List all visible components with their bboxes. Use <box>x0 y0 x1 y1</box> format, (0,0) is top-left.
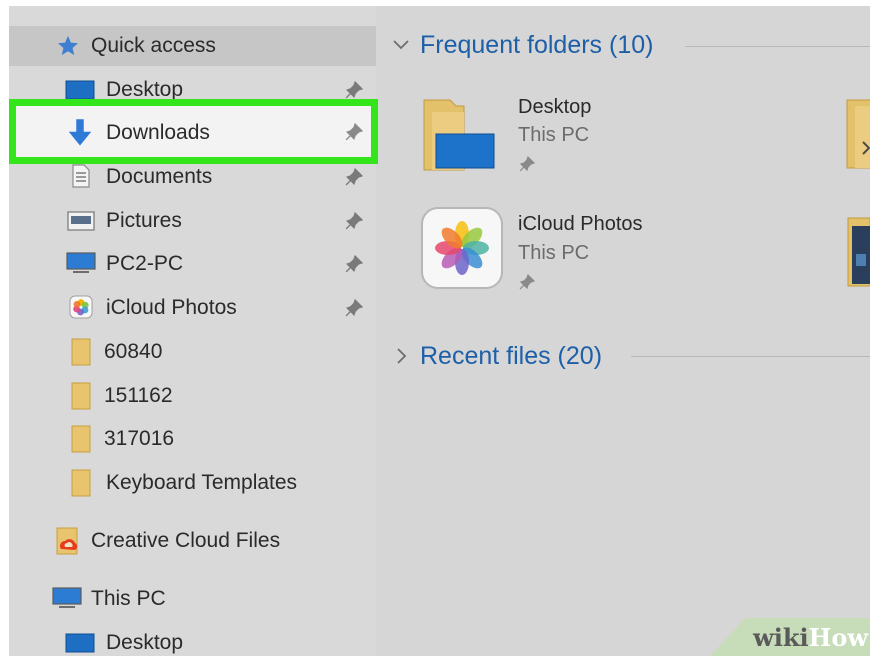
creative-cloud-folder-icon <box>56 527 78 555</box>
file-explorer-window: Quick access Desktop Downloads Documents… <box>9 6 870 656</box>
folder-icon <box>71 338 91 366</box>
pin-icon <box>519 274 535 290</box>
sidebar-item-this-pc[interactable]: This PC <box>9 579 376 619</box>
folder-icon[interactable] <box>844 214 870 290</box>
recent-files-header[interactable]: Recent files (20) <box>392 336 602 376</box>
icloud-photos-icon <box>421 207 503 289</box>
pin-icon[interactable] <box>345 212 363 230</box>
sidebar-item-folder-151162[interactable]: 151162 <box>9 376 376 416</box>
pin-icon <box>519 156 535 172</box>
content-pane: Frequent folders (10) Desktop This PC iC… <box>376 6 870 656</box>
sidebar-item-pictures[interactable]: Pictures <box>9 201 376 241</box>
section-title: Recent files (20) <box>420 341 603 370</box>
pin-icon[interactable] <box>345 168 363 186</box>
pin-icon[interactable] <box>345 299 363 317</box>
sidebar-item-label: PC2-PC <box>106 252 184 275</box>
sidebar-item-folder-317016[interactable]: 317016 <box>9 419 376 459</box>
sidebar-item-icloud-photos[interactable]: iCloud Photos <box>9 288 376 328</box>
sidebar-item-label: 60840 <box>104 340 163 363</box>
chevron-right-icon[interactable] <box>392 347 410 365</box>
sidebar-item-pc2-pc[interactable]: PC2-PC <box>9 244 376 284</box>
tile-desktop[interactable]: Desktop This PC <box>420 90 820 180</box>
pictures-icon <box>67 211 95 231</box>
star-icon <box>58 36 78 55</box>
documents-icon <box>72 164 90 188</box>
sidebar-item-label: iCloud Photos <box>106 296 237 319</box>
watermark-text: wiki <box>753 622 809 652</box>
sidebar-item-label: Desktop <box>106 631 184 654</box>
desktop-icon <box>65 633 95 653</box>
folder-icon[interactable] <box>841 96 870 172</box>
pin-icon[interactable] <box>345 123 363 141</box>
sidebar-item-documents[interactable]: Documents <box>9 157 376 197</box>
wikihow-watermark: wiki How <box>710 618 870 656</box>
tile-icloud-photos[interactable]: iCloud Photos This PC <box>420 206 820 296</box>
chevron-down-icon[interactable] <box>392 36 410 54</box>
sidebar-item-label: Quick access <box>91 34 216 57</box>
sidebar-item-creative-cloud-files[interactable]: Creative Cloud Files <box>9 521 376 561</box>
sidebar-item-folder-60840[interactable]: 60840 <box>9 332 376 372</box>
sidebar-item-label: 317016 <box>104 427 175 450</box>
folder-icon <box>71 469 91 497</box>
this-pc-icon <box>52 587 82 608</box>
computer-icon <box>66 252 96 273</box>
tile-location: This PC <box>518 124 590 146</box>
pin-icon[interactable] <box>345 255 363 273</box>
downloads-icon <box>68 119 92 146</box>
sidebar-item-label: Creative Cloud Files <box>91 529 281 552</box>
sidebar-item-downloads[interactable]: Downloads <box>9 99 378 164</box>
sidebar-item-label: This PC <box>91 587 166 610</box>
navigation-pane[interactable]: Quick access Desktop Downloads Documents… <box>9 6 378 656</box>
icloud-photos-icon <box>69 295 93 319</box>
tile-name: Desktop <box>518 96 592 118</box>
sidebar-item-label: Keyboard Templates <box>106 471 298 494</box>
sidebar-item-label: Downloads <box>106 121 210 144</box>
sidebar-item-label: 151162 <box>104 384 173 407</box>
divider <box>631 356 870 357</box>
section-title: Frequent folders (10) <box>420 30 654 59</box>
pin-icon[interactable] <box>345 81 363 99</box>
sidebar-item-folder-keyboard-templates[interactable]: Keyboard Templates <box>9 463 376 503</box>
sidebar-item-this-pc-desktop[interactable]: Desktop <box>9 623 376 656</box>
divider <box>685 46 870 47</box>
sidebar-item-label: Documents <box>106 165 213 188</box>
folder-icon <box>71 425 91 453</box>
watermark-text: How <box>808 622 868 652</box>
desktop-folder-icon <box>423 99 495 171</box>
frequent-folders-header[interactable]: Frequent folders (10) <box>392 25 653 65</box>
sidebar-item-label: Pictures <box>106 209 182 232</box>
folder-icon <box>71 382 91 410</box>
tile-location: This PC <box>518 242 590 264</box>
sidebar-item-quick-access[interactable]: Quick access <box>9 26 376 66</box>
tile-name: iCloud Photos <box>518 213 643 235</box>
